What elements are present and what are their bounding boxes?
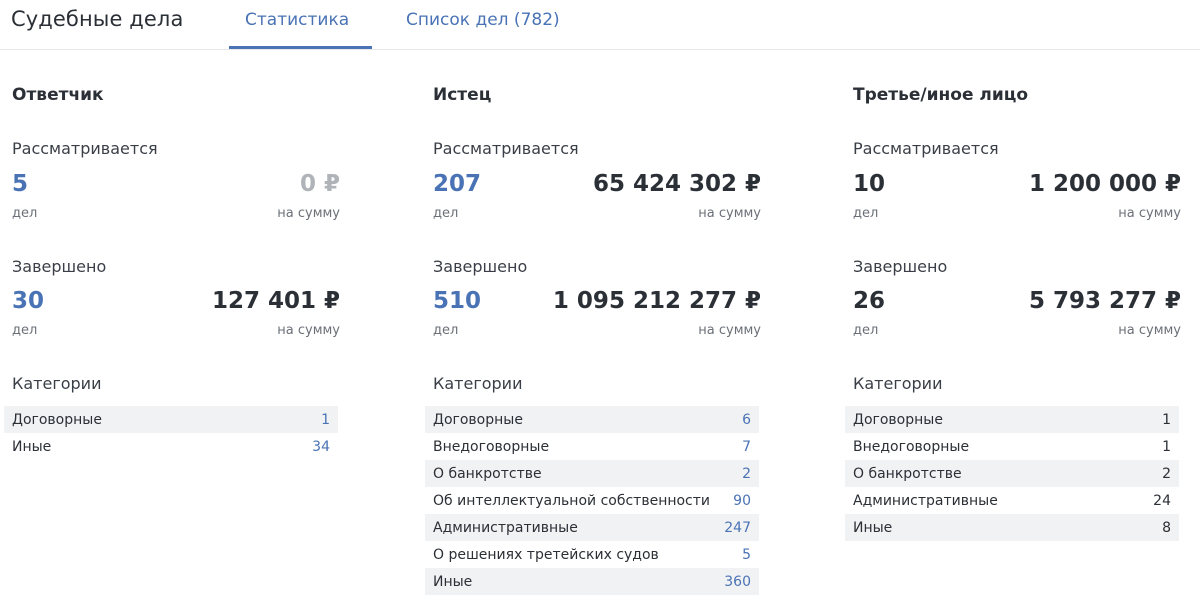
categories-list: Договорные 1 Внедоговорные 1 О банкротстве 2 А…	[845, 406, 1179, 541]
categories-label: Категории	[853, 374, 943, 393]
category-name: Внедоговорные	[433, 438, 550, 455]
pending-label: Рассматривается	[12, 139, 158, 158]
category-name: Договорные	[853, 411, 943, 428]
categories-list: Договорные 1 Иные 34	[4, 406, 338, 460]
pending-sum-unit: на сумму	[698, 206, 761, 221]
category-name: О банкротстве	[853, 465, 962, 482]
completed-sum: 5 793 277 ₽	[1028, 288, 1181, 314]
completed-label: Завершено	[433, 257, 528, 276]
pending-count-unit: дел	[853, 206, 879, 221]
category-count[interactable]: 247	[724, 520, 751, 536]
category-count[interactable]: 1	[1162, 439, 1171, 455]
column-defendant: Ответчик Рассматривается 5 0 ₽ дел на су…	[4, 0, 348, 608]
column-title: Ответчик	[12, 85, 104, 105]
completed-count-unit: дел	[433, 323, 459, 338]
category-row[interactable]: Договорные 1	[845, 406, 1179, 433]
category-name: Договорные	[12, 411, 102, 428]
pending-sum-unit: на сумму	[277, 206, 340, 221]
completed-count[interactable]: 26	[853, 288, 885, 314]
completed-label: Завершено	[12, 257, 107, 276]
category-row[interactable]: Об интеллектуальной собственности 90	[425, 487, 759, 514]
category-row[interactable]: О банкротстве 2	[425, 460, 759, 487]
completed-sum: 1 095 212 277 ₽	[552, 288, 761, 314]
category-name: Административные	[433, 519, 578, 536]
pending-count-unit: дел	[433, 206, 459, 221]
category-name: Иные	[853, 519, 893, 536]
categories-list: Договорные 6 Внедоговорные 7 О банкротстве 2 О…	[425, 406, 759, 595]
pending-sum: 65 424 302 ₽	[592, 171, 761, 197]
completed-count[interactable]: 510	[433, 288, 481, 314]
category-count[interactable]: 2	[1162, 466, 1171, 482]
completed-sum-unit: на сумму	[1118, 323, 1181, 338]
category-count[interactable]: 1	[321, 412, 330, 428]
category-row[interactable]: Договорные 1	[4, 406, 338, 433]
category-name: Об интеллектуальной собственности	[433, 492, 711, 509]
pending-count-unit: дел	[12, 206, 38, 221]
completed-sum-unit: на сумму	[277, 323, 340, 338]
pending-label: Рассматривается	[433, 139, 579, 158]
completed-sum: 127 401 ₽	[211, 288, 340, 314]
completed-sum-unit: на сумму	[698, 323, 761, 338]
completed-count[interactable]: 30	[12, 288, 44, 314]
category-count[interactable]: 6	[742, 412, 751, 428]
category-count[interactable]: 7	[742, 439, 751, 455]
completed-count-unit: дел	[853, 323, 879, 338]
pending-sum: 1 200 000 ₽	[1028, 171, 1181, 197]
category-count[interactable]: 360	[724, 574, 751, 590]
pending-label: Рассматривается	[853, 139, 999, 158]
column-title: Третье/иное лицо	[853, 85, 1029, 105]
category-row[interactable]: Внедоговорные 1	[845, 433, 1179, 460]
category-name: О решениях третейских судов	[433, 546, 659, 563]
column-plaintiff: Истец Рассматривается 207 65 424 302 ₽ д…	[425, 0, 769, 608]
pending-sum-unit: на сумму	[1118, 206, 1181, 221]
column-third-party: Третье/иное лицо Рассматривается 10 1 20…	[845, 0, 1189, 608]
category-count[interactable]: 24	[1153, 493, 1171, 509]
category-name: Административные	[853, 492, 998, 509]
category-count[interactable]: 90	[733, 493, 751, 509]
category-row[interactable]: Внедоговорные 7	[425, 433, 759, 460]
category-name: О банкротстве	[433, 465, 542, 482]
category-row[interactable]: Иные 360	[425, 568, 759, 595]
category-count[interactable]: 1	[1162, 412, 1171, 428]
category-count[interactable]: 8	[1162, 520, 1171, 536]
completed-count-unit: дел	[12, 323, 38, 338]
category-name: Договорные	[433, 411, 523, 428]
category-count[interactable]: 34	[312, 439, 330, 455]
pending-count[interactable]: 5	[12, 171, 28, 197]
category-count[interactable]: 2	[742, 466, 751, 482]
category-row[interactable]: Административные 247	[425, 514, 759, 541]
categories-label: Категории	[433, 374, 523, 393]
category-row[interactable]: Договорные 6	[425, 406, 759, 433]
category-row[interactable]: О решениях третейских судов 5	[425, 541, 759, 568]
category-row[interactable]: Иные 8	[845, 514, 1179, 541]
category-row[interactable]: Административные 24	[845, 487, 1179, 514]
category-name: Иные	[433, 573, 473, 590]
category-count[interactable]: 5	[742, 547, 751, 563]
pending-count[interactable]: 207	[433, 171, 481, 197]
category-name: Внедоговорные	[853, 438, 970, 455]
completed-label: Завершено	[853, 257, 948, 276]
pending-sum: 0 ₽	[299, 171, 340, 197]
categories-label: Категории	[12, 374, 102, 393]
column-title: Истец	[433, 85, 492, 105]
category-name: Иные	[12, 438, 52, 455]
category-row[interactable]: О банкротстве 2	[845, 460, 1179, 487]
category-row[interactable]: Иные 34	[4, 433, 338, 460]
pending-count[interactable]: 10	[853, 171, 885, 197]
